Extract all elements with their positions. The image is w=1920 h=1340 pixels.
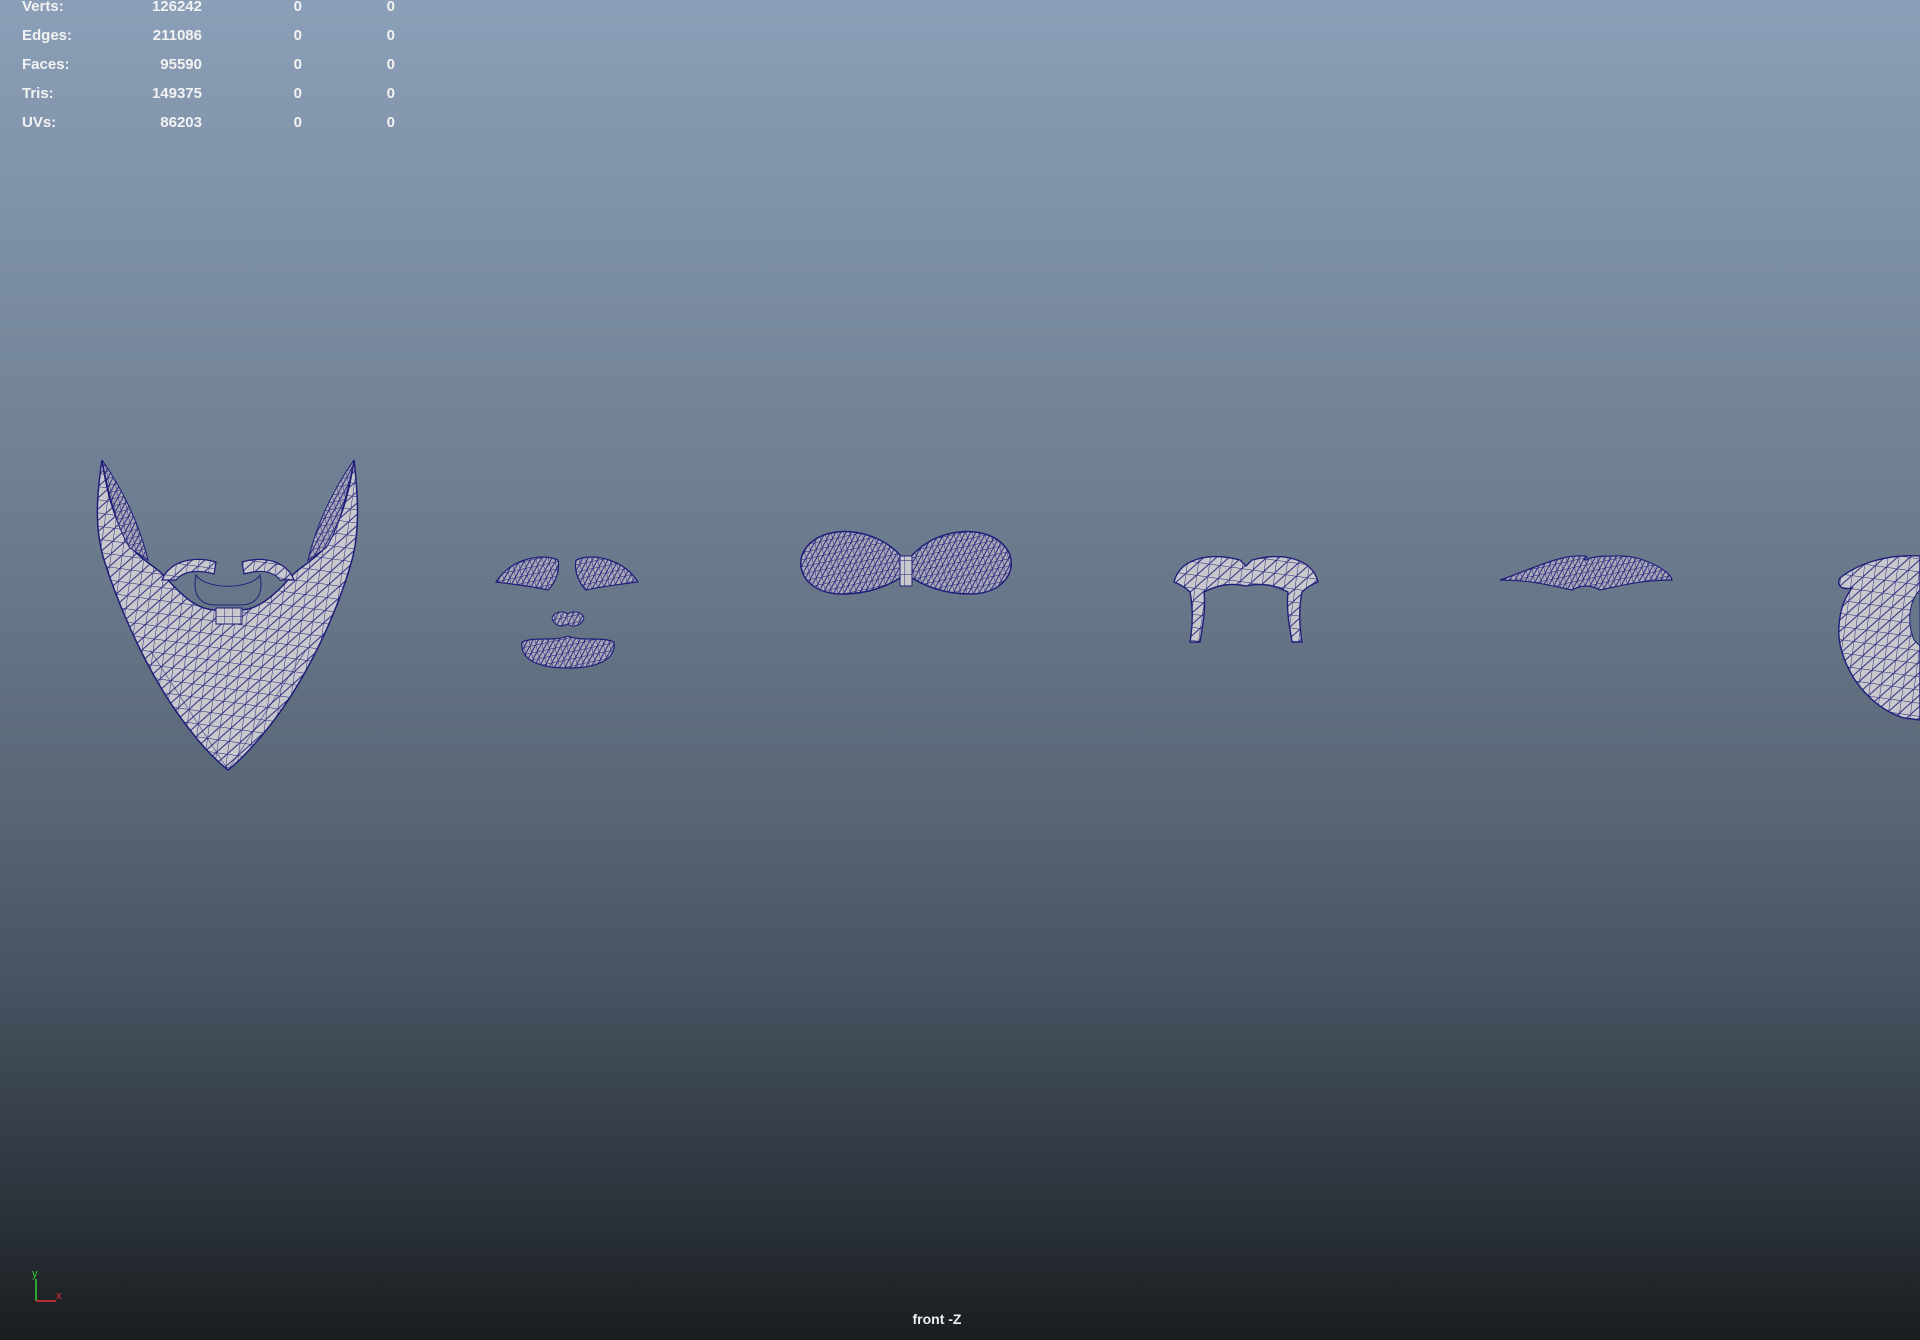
mesh-layer — [96, 459, 1920, 771]
axis-x-label: x — [56, 1290, 62, 1302]
bushy-mustache-mesh[interactable] — [800, 530, 1012, 595]
horseshoe-mustache-mesh[interactable] — [1173, 555, 1319, 643]
full-beard-mesh[interactable] — [96, 459, 359, 771]
3d-viewport[interactable]: Verts: 126242 0 0 Edges: 211086 0 0 Face… — [0, 0, 1920, 1340]
axis-y-label: y — [32, 1268, 38, 1280]
goatee-mesh[interactable] — [494, 556, 640, 669]
partial-beard-mesh[interactable] — [1838, 554, 1920, 721]
handlebar-mustache-mesh[interactable] — [1499, 555, 1673, 591]
axis-gizmo-icon: y x — [32, 1268, 62, 1302]
axis-gizmo: y x — [28, 1265, 68, 1305]
camera-name-label: front -Z — [912, 1311, 962, 1327]
